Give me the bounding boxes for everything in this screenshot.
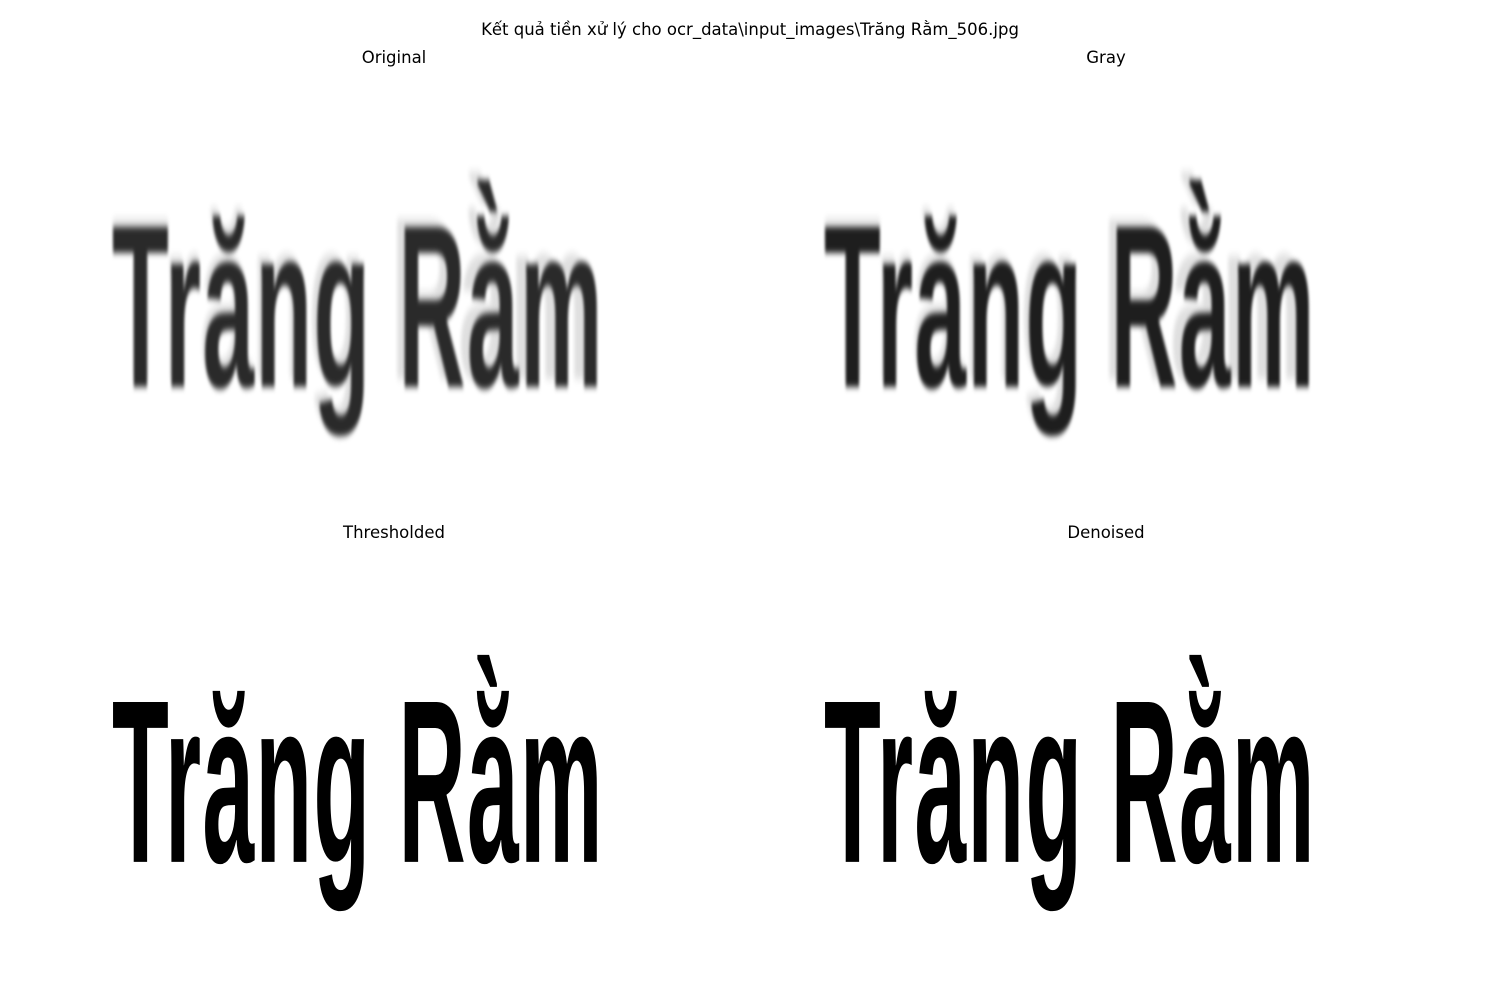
image-gray: Trăng Rằm Trăng Rằm	[802, 85, 1412, 515]
panel-thresholded: Trăng Rằm	[90, 560, 700, 990]
figure-title: Kết quả tiền xử lý cho ocr_data\input_im…	[481, 20, 1019, 39]
panel-title-denoised: Denoised	[1067, 523, 1145, 542]
panel-denoised: Trăng Rằm	[802, 560, 1412, 990]
word-original: Trăng Rằm	[112, 176, 604, 437]
panel-title-thresholded: Thresholded	[343, 523, 445, 542]
image-thresholded: Trăng Rằm	[90, 560, 700, 990]
panel-gray: Trăng Rằm Trăng Rằm	[802, 85, 1412, 515]
word-gray: Trăng Rằm	[824, 176, 1316, 437]
word-thresholded: Trăng Rằm	[112, 651, 604, 912]
image-original: Trăng Rằm Trăng Rằm	[90, 85, 700, 515]
panel-title-gray: Gray	[1086, 48, 1126, 67]
image-denoised: Trăng Rằm	[802, 560, 1412, 990]
panel-title-original: Original	[361, 48, 427, 67]
panel-original: Trăng Rằm Trăng Rằm	[90, 85, 700, 515]
word-denoised: Trăng Rằm	[824, 651, 1316, 912]
